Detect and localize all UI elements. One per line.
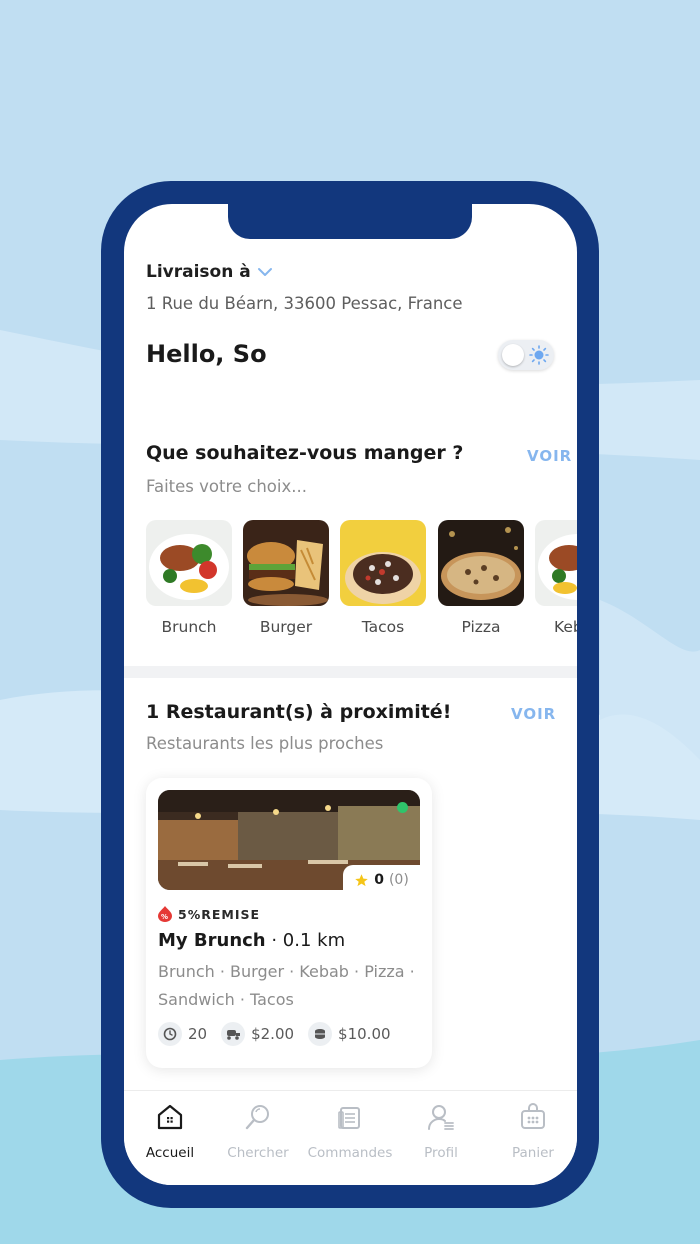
promo-badge: % 5%REMISE [158, 906, 260, 922]
pizza-image [438, 520, 524, 606]
category-label: Tacos [361, 618, 405, 636]
delivery-fee: $2.00 [221, 1022, 294, 1046]
star-icon [355, 873, 368, 886]
restaurant-metrics: 20 $2.00 $10.00 [158, 1022, 391, 1046]
prep-time: 20 [158, 1022, 207, 1046]
burger-image [243, 520, 329, 606]
categories-see-all-link[interactable]: VOIR [527, 447, 572, 465]
delivery-scooter-icon [221, 1022, 246, 1046]
greeting: Hello, So [146, 340, 267, 368]
theme-toggle[interactable] [498, 340, 554, 370]
tab-commandes[interactable]: Commandes [304, 1099, 396, 1161]
tacos-image [340, 520, 426, 606]
promo-text: 5%REMISE [178, 906, 261, 922]
tab-panier[interactable]: Panier [487, 1099, 577, 1161]
orders-icon [304, 1099, 396, 1135]
restaurant-distance: · 0.1 km [271, 930, 346, 951]
categories-title: Que souhaitez-vous manger ? [146, 442, 464, 464]
restaurants-title: 1 Restaurant(s) à proximité! [146, 701, 452, 723]
rating-value: 0 [374, 872, 384, 888]
delivery-selector[interactable]: Livraison à [146, 262, 273, 282]
tab-chercher[interactable]: Chercher [212, 1099, 304, 1161]
profile-icon [395, 1099, 487, 1135]
chevron-down-icon [257, 268, 272, 276]
category-kebab[interactable]: Kebab [535, 520, 577, 636]
prep-time-value: 20 [188, 1025, 208, 1043]
online-status-dot [397, 802, 408, 813]
timer-icon [158, 1022, 182, 1046]
coins-icon [308, 1022, 333, 1046]
app-screen: Livraison à 1 Rue du Béarn, 33600 Pessac… [124, 204, 577, 1185]
tab-label: Commandes [307, 1145, 393, 1161]
bottom-tab-bar: Accueil Chercher Commandes Profil Panier [124, 1090, 577, 1185]
tab-accueil[interactable]: Accueil [124, 1099, 216, 1161]
category-burger[interactable]: Burger [243, 520, 329, 636]
rating-count: (0) [388, 872, 409, 888]
tab-label: Accueil [145, 1145, 195, 1161]
category-brunch[interactable]: Brunch [146, 520, 232, 636]
discount-tag-icon: % [158, 906, 172, 922]
sun-icon [529, 345, 549, 365]
rating-badge: 0 (0) [343, 865, 420, 895]
phone-notch [228, 200, 472, 239]
home-icon [124, 1099, 216, 1135]
category-label: Burger [259, 618, 313, 636]
delivery-fee-value: $2.00 [251, 1025, 295, 1043]
restaurant-name-line: My Brunch · 0.1 km [158, 930, 345, 951]
tab-profil[interactable]: Profil [395, 1099, 487, 1161]
tab-label: Profil [424, 1145, 458, 1161]
search-icon [212, 1099, 304, 1135]
restaurant-card[interactable]: 0 (0) % 5%REMISE My Brunch · 0.1 km Brun… [146, 778, 432, 1068]
categories-subtitle: Faites votre choix... [146, 477, 307, 496]
kebab-image [535, 520, 577, 606]
delivery-address[interactable]: 1 Rue du Béarn, 33600 Pessac, France [146, 294, 463, 313]
restaurant-name: My Brunch [158, 930, 266, 951]
toggle-knob [502, 344, 524, 366]
min-order: $10.00 [308, 1022, 391, 1046]
category-pizza[interactable]: Pizza [438, 520, 524, 636]
category-label: Brunch [161, 618, 217, 636]
category-tacos[interactable]: Tacos [340, 520, 426, 636]
section-divider [124, 666, 577, 678]
svg-text:%: % [161, 913, 169, 921]
category-label: Pizza [461, 618, 501, 636]
basket-icon [487, 1099, 577, 1135]
tab-label: Chercher [227, 1145, 289, 1161]
tab-label: Panier [512, 1145, 554, 1161]
min-order-value: $10.00 [338, 1025, 391, 1043]
delivery-label: Livraison à [146, 262, 251, 282]
brunch-image [146, 520, 232, 606]
restaurant-categories: Brunch · Burger · Kebab · Pizza · Sandwi… [158, 962, 415, 1009]
restaurants-see-all-link[interactable]: VOIR [511, 705, 556, 723]
restaurants-subtitle: Restaurants les plus proches [146, 734, 384, 753]
category-label: Kebab [553, 618, 577, 636]
